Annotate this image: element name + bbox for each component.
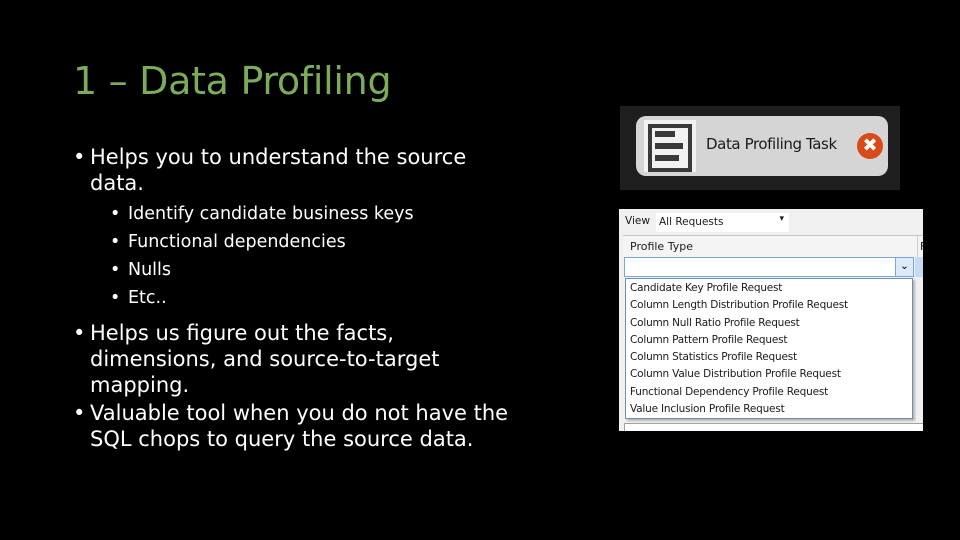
view-select[interactable]: All Requests ▾	[656, 213, 789, 232]
bullet-list: • Helps you to understand the source dat…	[73, 144, 573, 452]
grid-header: Profile Type F	[623, 235, 923, 258]
dropdown-option[interactable]: Column Null Ratio Profile Request	[626, 315, 912, 332]
profile-type-dropdown: Candidate Key Profile Request Column Len…	[625, 278, 913, 419]
dropdown-option[interactable]: Functional Dependency Profile Request	[626, 384, 912, 401]
bullet-text: data.	[90, 171, 144, 195]
profile-type-combobox[interactable]: ⌄	[624, 257, 914, 277]
dropdown-option[interactable]: Column Value Distribution Profile Reques…	[626, 366, 912, 383]
column-header-next[interactable]: F	[920, 240, 923, 253]
dropdown-option[interactable]: Column Pattern Profile Request	[626, 332, 912, 349]
sub-bullet-text: Etc..	[128, 288, 167, 308]
request-properties-panel	[624, 423, 923, 431]
profile-requests-dialog-screenshot: View All Requests ▾ Profile Type F ⌄ Can…	[619, 209, 923, 431]
bullet-dot: •	[110, 232, 121, 252]
bullet-dot: •	[110, 204, 121, 224]
bullet-dot: •	[110, 288, 121, 308]
view-select-value: All Requests	[659, 216, 724, 228]
bullet-dot: •	[73, 145, 86, 169]
sub-bullet-nulls: • Nulls	[73, 256, 573, 284]
sub-bullet-text: Identify candidate business keys	[128, 204, 414, 224]
task-label: Data Profiling Task	[706, 135, 837, 153]
bullet-dot: •	[110, 260, 121, 280]
slide-title: 1 – Data Profiling	[73, 59, 392, 103]
column-divider[interactable]	[917, 236, 918, 258]
sub-bullet-functional-dependencies: • Functional dependencies	[73, 228, 573, 256]
data-profiling-task-icon	[644, 120, 696, 172]
column-header-profile-type[interactable]: Profile Type	[630, 240, 693, 253]
sub-bullet-text: Nulls	[128, 260, 172, 280]
bullet-facts-dimensions: • Helps us figure out the facts, dimensi…	[73, 320, 573, 398]
bullet-text: SQL chops to query the source data.	[90, 427, 474, 451]
chevron-down-icon: ▾	[779, 214, 784, 224]
bullet-text: Valuable tool when you do not have the	[90, 401, 509, 425]
dropdown-option[interactable]: Candidate Key Profile Request	[626, 280, 912, 297]
data-profiling-task[interactable]: Data Profiling Task ✖	[636, 116, 888, 176]
dropdown-option[interactable]: Column Length Distribution Profile Reque…	[626, 297, 912, 314]
bullet-text: Helps us figure out the facts,	[90, 321, 394, 345]
sub-bullet-text: Functional dependencies	[128, 232, 346, 252]
bullet-understand-source: • Helps you to understand the source dat…	[73, 144, 573, 196]
bullet-dot: •	[73, 321, 86, 345]
bullet-dot: •	[73, 401, 86, 425]
dropdown-option[interactable]: Column Statistics Profile Request	[626, 349, 912, 366]
bullet-text: dimensions, and source-to-target	[90, 347, 440, 371]
bullet-text: Helps you to understand the source	[90, 145, 467, 169]
sub-bullet-etc: • Etc..	[73, 284, 573, 312]
sub-bullet-business-keys: • Identify candidate business keys	[73, 200, 573, 228]
bullet-valuable-tool: • Valuable tool when you do not have the…	[73, 400, 573, 452]
view-label: View	[625, 215, 650, 227]
data-profiling-task-screenshot: Data Profiling Task ✖	[620, 106, 900, 190]
row-highlight	[915, 257, 923, 277]
error-icon[interactable]: ✖	[857, 133, 883, 159]
bullet-text: mapping.	[90, 373, 190, 397]
chevron-down-icon[interactable]: ⌄	[895, 258, 913, 276]
dropdown-option[interactable]: Value Inclusion Profile Request	[626, 401, 912, 418]
